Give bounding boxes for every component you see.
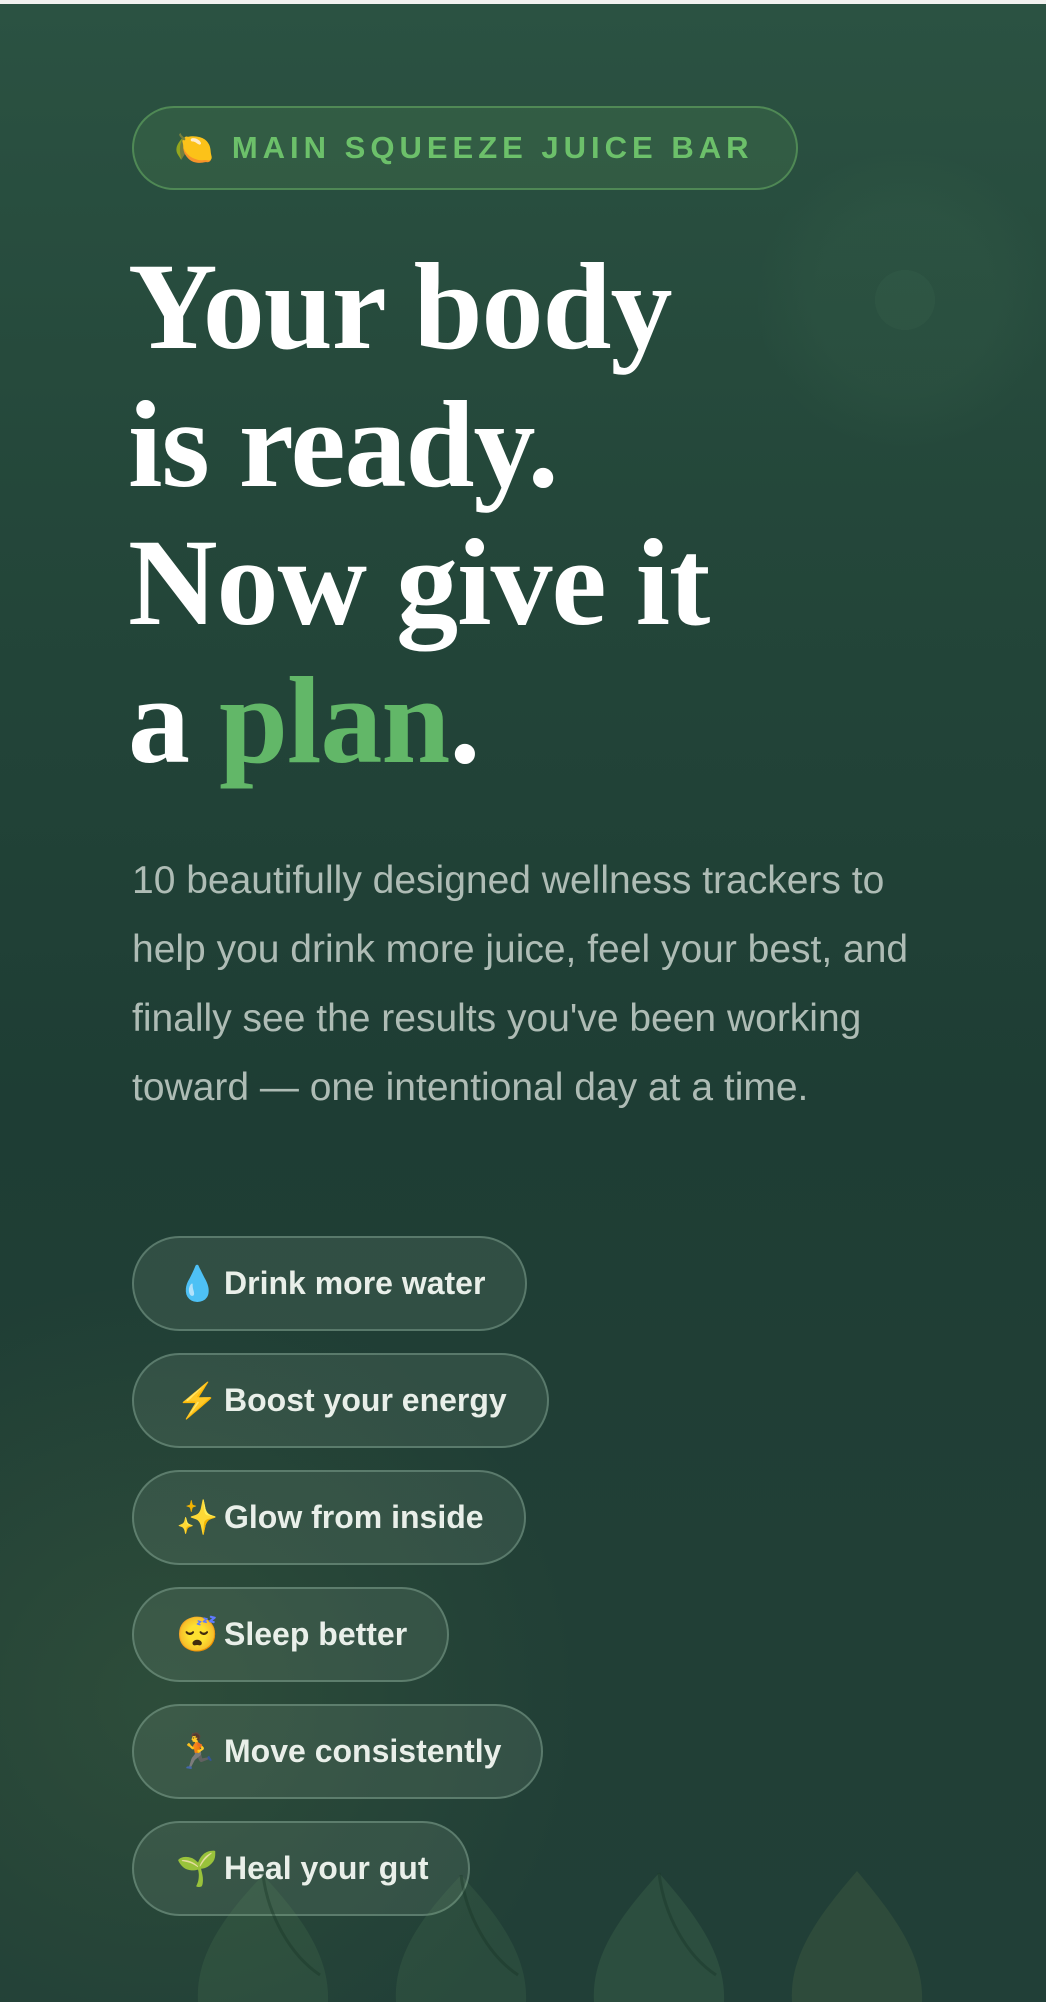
benefit-chip-boost-energy[interactable]: ⚡ Boost your energy (132, 1353, 549, 1448)
benefit-chip-sleep-better[interactable]: 😴 Sleep better (132, 1587, 450, 1682)
headline-suffix: . (449, 652, 480, 789)
benefit-chip-list: 💧 Drink more water ⚡ Boost your energy ✨… (132, 1236, 549, 1938)
benefit-chip-label: Sleep better (224, 1616, 408, 1652)
benefit-chip-glow[interactable]: ✨ Glow from inside (132, 1470, 526, 1565)
hero-headline: Your body is ready. Now give it a plan. (128, 238, 932, 790)
brand-name: MAIN SQUEEZE JUICE BAR (231, 130, 754, 165)
benefit-chip-heal-gut[interactable]: 🌱 Heal your gut (132, 1821, 471, 1916)
benefit-chip-drink-more-water[interactable]: 💧 Drink more water (132, 1236, 528, 1331)
runner-icon: 🏃 (176, 1732, 219, 1771)
brand-badge: 🍋 MAIN SQUEEZE JUICE BAR (132, 106, 798, 190)
headline-line-4: a plan. (128, 652, 932, 790)
benefit-chip-label: Boost your energy (224, 1382, 507, 1418)
headline-accent-word: plan (219, 652, 450, 789)
lightning-icon: ⚡ (176, 1381, 219, 1420)
benefit-chip-label: Heal your gut (224, 1850, 429, 1886)
leaf-shape-3 (593, 1872, 725, 2002)
headline-line-2: is ready. (128, 376, 559, 513)
benefit-chip-label: Glow from inside (224, 1499, 484, 1535)
headline-line-1: Your body (128, 238, 673, 375)
headline-line-3: Now give it (128, 514, 710, 651)
leaf-shape-4 (791, 1871, 923, 2002)
benefit-chip-label: Drink more water (224, 1265, 486, 1301)
benefit-chip-move-consistently[interactable]: 🏃 Move consistently (132, 1704, 544, 1799)
lemon-icon: 🍋 (174, 130, 214, 166)
hero-section: 🍋 MAIN SQUEEZE JUICE BAR Your body is re… (128, 106, 932, 1161)
benefit-chip-label: Move consistently (224, 1733, 502, 1769)
hero-subtitle: 10 beautifully designed wellness tracker… (132, 859, 909, 1109)
top-edge (0, 0, 1046, 4)
sparkles-icon: ✨ (176, 1498, 219, 1537)
headline-prefix: a (128, 652, 190, 789)
seedling-icon: 🌱 (176, 1849, 219, 1888)
water-drop-icon: 💧 (176, 1264, 219, 1303)
sleeping-face-icon: 😴 (176, 1615, 219, 1654)
